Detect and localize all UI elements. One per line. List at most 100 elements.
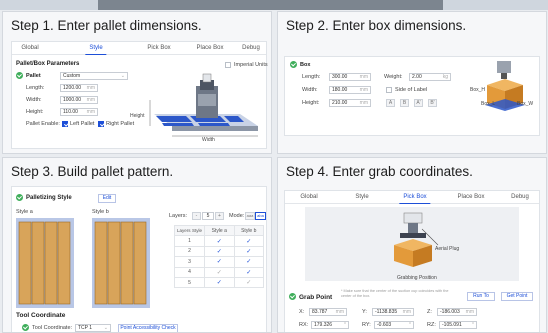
box-weight-label: Weight: xyxy=(384,74,403,80)
unit-label: mm xyxy=(86,97,95,103)
height-dimension-label: Height xyxy=(130,113,145,119)
box-width-input[interactable]: 180.00 mm xyxy=(329,86,371,94)
table-row: 4 ✓ ✓ xyxy=(174,266,264,278)
mode-aaa-button[interactable]: aaa xyxy=(245,212,255,220)
run-to-button[interactable]: Run To xyxy=(467,292,495,301)
tab-global[interactable]: Global xyxy=(300,194,317,200)
layers-input[interactable]: 5 xyxy=(202,212,214,220)
pallet-select[interactable]: Custom ⌄ xyxy=(60,72,128,80)
style-b-check[interactable]: ✓ xyxy=(233,256,264,268)
style-b-check[interactable]: ✓ xyxy=(233,235,264,247)
tool-coordinate-select[interactable]: TCP 1 ⌄ xyxy=(75,324,111,332)
box-label: Box xyxy=(300,62,311,68)
box-weight-input[interactable]: 2.00 kg xyxy=(409,73,451,81)
x-coordinate-value: 83.787 xyxy=(312,309,328,315)
rx-label: RX: xyxy=(299,322,309,328)
x-label: X: xyxy=(299,309,305,315)
layers-decrement-button[interactable]: - xyxy=(192,212,201,220)
step3-title: Step 3. Build pallet pattern. xyxy=(11,164,174,179)
pallet-height-input[interactable]: 110.00 mm xyxy=(60,108,98,116)
point-accessibility-check-button[interactable]: Point Accessibility Check xyxy=(118,324,178,332)
unit-mm: mm xyxy=(465,309,474,315)
label-side-b-button[interactable]: B xyxy=(400,99,409,107)
tool-coordinate-status-icon xyxy=(22,324,29,331)
side-of-label-checkbox[interactable] xyxy=(386,87,392,93)
box-length-input[interactable]: 300.00 mm xyxy=(329,73,371,81)
layers-increment-button[interactable]: + xyxy=(215,212,224,220)
step1-title: Step 1. Enter pallet dimensions. xyxy=(11,18,202,33)
tab-pick-box[interactable]: Pick Box xyxy=(399,194,432,204)
header-style: Style xyxy=(191,227,202,233)
tab-global[interactable]: Global xyxy=(21,45,38,51)
z-coordinate-input[interactable]: -186.003 mm xyxy=(437,308,477,316)
pallet-enable-label: Pallet Enable: xyxy=(26,121,60,127)
tool-coordinate-value: TCP 1 xyxy=(78,325,93,331)
z-label: Z: xyxy=(427,309,432,315)
chevron-down-icon: ⌄ xyxy=(120,73,125,79)
tab-debug[interactable]: Debug xyxy=(242,45,260,51)
tab-pick-box[interactable]: Pick Box xyxy=(147,45,170,51)
style-a-check[interactable]: ✓ xyxy=(204,266,235,278)
section-title: Pallet/Box Parameters xyxy=(16,61,80,67)
tab-style[interactable]: Style xyxy=(85,45,108,55)
layer-cell: 2 xyxy=(174,245,205,258)
y-coordinate-input[interactable]: -1138.835 mm xyxy=(372,308,414,316)
left-pallet-checkbox[interactable] xyxy=(62,121,68,127)
box-h-label: Box_H xyxy=(470,87,486,93)
pallet-label: Pallet xyxy=(26,73,41,79)
chevron-down-icon: ⌄ xyxy=(103,325,108,331)
tab-place-box[interactable]: Place Box xyxy=(196,45,223,51)
mode-label: Mode: xyxy=(229,213,245,219)
tab-place-box[interactable]: Place Box xyxy=(457,194,484,200)
palletizing-style-icon xyxy=(16,194,23,201)
rx-coordinate-value: 179.326 xyxy=(314,322,333,328)
step4-panel: Step 4. Enter grab coordinates. Global S… xyxy=(277,157,547,333)
table-header-layer-style: Layers Style xyxy=(174,224,205,237)
box-height-input[interactable]: 210.00 mm xyxy=(329,99,371,107)
tab-style[interactable]: Style xyxy=(355,194,368,200)
tab-debug[interactable]: Debug xyxy=(511,194,529,200)
label-side-b-prime-button[interactable]: B' xyxy=(428,99,437,107)
unit-label: mm xyxy=(359,74,368,80)
imperial-units-checkbox[interactable] xyxy=(225,62,231,68)
table-header-row: Layers Style Style a Style b xyxy=(174,224,264,237)
box-height-value: 210.00 xyxy=(332,100,348,106)
unit-deg: ° xyxy=(344,322,346,328)
box-width-value: 180.00 xyxy=(332,87,348,93)
edit-style-button[interactable]: Edit xyxy=(98,194,116,203)
step4-window: Global Style Pick Box Place Box Debug Ae… xyxy=(284,190,540,332)
unit-label: mm xyxy=(86,85,95,91)
step2-window: Box Length: 300.00 mm Width: 180.00 mm Hei… xyxy=(284,56,540,136)
style-a-check[interactable]: ✓ xyxy=(204,245,235,258)
get-point-button[interactable]: Get Point xyxy=(501,292,533,301)
label-side-a-prime-button[interactable]: A' xyxy=(414,99,423,107)
ry-coordinate-input[interactable]: -0.603 ° xyxy=(374,321,414,329)
style-b-check[interactable]: ✓ xyxy=(233,266,264,278)
style-b-check[interactable]: ✓ xyxy=(233,245,264,258)
ry-label: RY: xyxy=(362,322,371,328)
pallet-width-input[interactable]: 1000.00 mm xyxy=(60,96,98,104)
table-row: 3 ✓ ✓ xyxy=(174,256,264,268)
style-b-check[interactable]: ✓ xyxy=(233,276,264,289)
style-a-check[interactable]: ✓ xyxy=(204,276,235,289)
box-height-label: Height: xyxy=(302,100,320,106)
mode-aba-button[interactable]: aba xyxy=(255,212,266,220)
step4-title: Step 4. Enter grab coordinates. xyxy=(286,164,473,179)
side-of-label-text: Side of Label xyxy=(395,87,428,93)
z-coordinate-value: -186.003 xyxy=(440,309,460,315)
x-coordinate-input[interactable]: 83.787 mm xyxy=(309,308,347,316)
table-header-style-a: Style a xyxy=(204,224,235,237)
table-row: 1 ✓ ✓ xyxy=(174,235,264,247)
style-a-check[interactable]: ✓ xyxy=(204,256,235,268)
box-length-label: Length: xyxy=(302,74,321,80)
grab-point-label: Grab Point xyxy=(299,294,333,301)
table-row: 5 ✓ ✓ xyxy=(174,276,264,289)
pallet-illustration xyxy=(149,73,258,137)
right-pallet-checkbox[interactable] xyxy=(98,121,104,127)
pallet-length-input[interactable]: 1200.00 mm xyxy=(60,84,98,92)
style-b-pattern xyxy=(92,218,150,308)
rz-coordinate-input[interactable]: -105.091 ° xyxy=(439,321,477,329)
style-a-check[interactable]: ✓ xyxy=(204,235,235,247)
label-side-a-button[interactable]: A xyxy=(386,99,395,107)
rx-coordinate-input[interactable]: 179.326 ° xyxy=(311,321,349,329)
